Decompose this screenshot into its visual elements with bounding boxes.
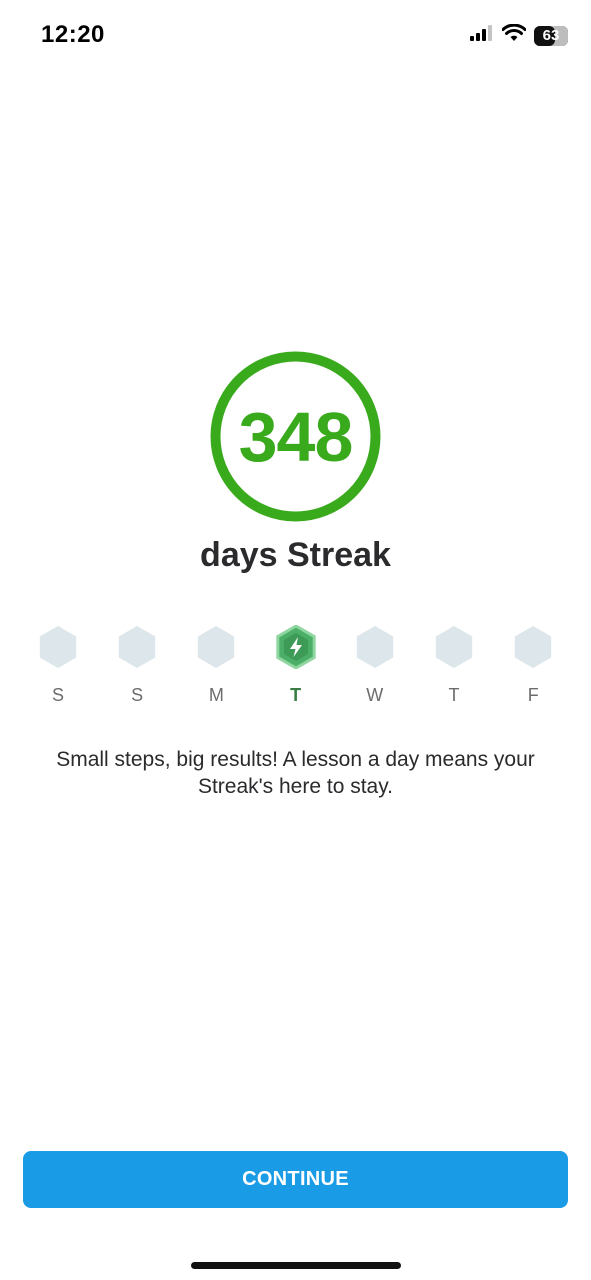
day-1: S xyxy=(117,625,157,706)
status-icons: 63 xyxy=(470,23,568,47)
day-label: T xyxy=(448,685,460,705)
battery-body: 63 xyxy=(534,25,568,46)
day-label: T xyxy=(290,685,302,705)
streak-ring: 348 xyxy=(210,351,381,522)
day-5: T xyxy=(434,625,474,706)
status-time: 12:20 xyxy=(41,21,105,48)
day-label: M xyxy=(208,685,224,705)
day-badge-active xyxy=(275,625,316,669)
status-bar: 12:20 63 xyxy=(0,0,591,70)
day-2: M xyxy=(196,625,236,706)
day-6: F xyxy=(513,625,553,706)
day-badge xyxy=(514,626,552,668)
day-label: W xyxy=(366,685,384,705)
day-label: S xyxy=(51,685,64,705)
day-badge xyxy=(39,626,77,668)
wifi-icon xyxy=(501,23,527,47)
streak-count: 348 xyxy=(238,397,354,476)
day-4: W xyxy=(355,625,395,706)
day-3: T xyxy=(275,625,316,706)
week-row: SSMTWTF xyxy=(0,625,591,715)
battery-percent: 63 xyxy=(542,27,560,44)
day-badge xyxy=(198,626,235,668)
day-label: S xyxy=(131,685,144,705)
signal-icon xyxy=(470,25,494,46)
day-badge xyxy=(435,626,473,668)
motivation-message: Small steps, big results! A lesson a day… xyxy=(56,748,535,798)
day-badge xyxy=(356,626,393,668)
day-0: S xyxy=(38,625,78,706)
continue-button[interactable]: CONTINUE xyxy=(23,1151,568,1208)
battery-icon: 63 xyxy=(534,25,568,46)
day-badge xyxy=(118,626,156,668)
day-label: F xyxy=(527,685,539,705)
streak-caption: days Streak xyxy=(200,536,391,574)
home-indicator xyxy=(191,1262,401,1269)
